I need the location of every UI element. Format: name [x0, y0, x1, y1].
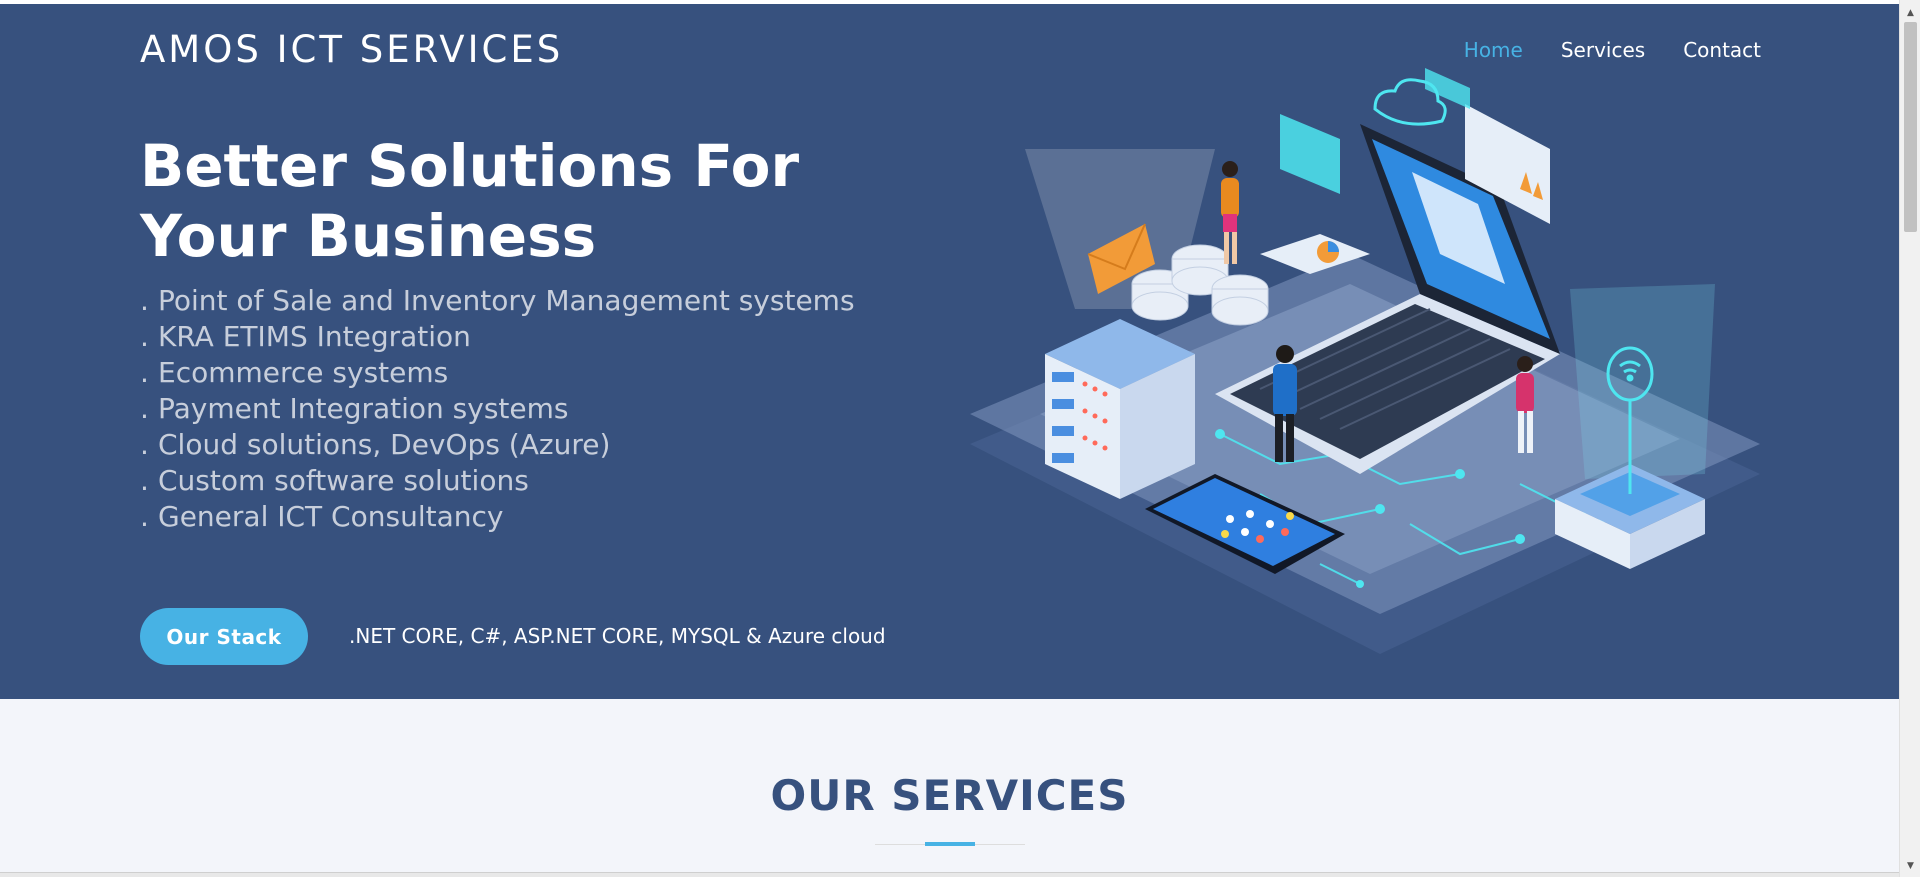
feature-text: Payment Integration systems	[158, 392, 569, 425]
feature-text: Custom software solutions	[158, 464, 529, 497]
list-item: . Ecommerce systems	[140, 355, 855, 391]
list-item: . KRA ETIMS Integration	[140, 319, 855, 355]
hero-section: AMOS ICT SERVICES Home Services Contact …	[0, 4, 1899, 699]
hero-title: Better Solutions For Your Business	[140, 132, 800, 270]
person-woman-top	[1221, 161, 1239, 264]
bullet: .	[140, 320, 149, 353]
stack-description: .NET CORE, C#, ASP.NET CORE, MYSQL & Azu…	[349, 624, 886, 648]
list-item: . Payment Integration systems	[140, 391, 855, 427]
feature-text: Point of Sale and Inventory Management s…	[158, 284, 855, 317]
floating-screen-3	[1425, 68, 1470, 109]
title-accent-bar	[925, 842, 975, 846]
scroll-up-icon[interactable]: ▲	[1900, 8, 1920, 18]
cloud-icon	[1373, 78, 1447, 126]
feature-list: . Point of Sale and Inventory Management …	[140, 283, 855, 535]
feature-text: Cloud solutions, DevOps (Azure)	[158, 428, 611, 461]
bullet: .	[140, 356, 149, 389]
server-rack-left	[1045, 319, 1195, 499]
site-logo[interactable]: AMOS ICT SERVICES	[140, 28, 563, 71]
bullet: .	[140, 284, 149, 317]
hero-illustration	[970, 68, 1760, 654]
scroll-thumb[interactable]	[1904, 22, 1917, 232]
bullet: .	[140, 428, 149, 461]
feature-text: KRA ETIMS Integration	[158, 320, 471, 353]
horizontal-scrollbar[interactable]	[0, 872, 1899, 877]
list-item: . Cloud solutions, DevOps (Azure)	[140, 427, 855, 463]
bullet: .	[140, 392, 149, 425]
list-item: . General ICT Consultancy	[140, 499, 855, 535]
vertical-scrollbar[interactable]: ▲ ▼	[1899, 0, 1920, 877]
services-heading: OUR SERVICES	[770, 771, 1129, 820]
bullet: .	[140, 500, 149, 533]
feature-text: General ICT Consultancy	[158, 500, 504, 533]
light-beam-right	[1570, 284, 1715, 479]
bullet: .	[140, 464, 149, 497]
our-stack-button[interactable]: Our Stack	[140, 608, 308, 665]
list-item: . Custom software solutions	[140, 463, 855, 499]
floating-screen-1	[1280, 114, 1340, 194]
list-item: . Point of Sale and Inventory Management …	[140, 283, 855, 319]
feature-text: Ecommerce systems	[158, 356, 449, 389]
scroll-down-icon[interactable]: ▼	[1900, 861, 1920, 871]
